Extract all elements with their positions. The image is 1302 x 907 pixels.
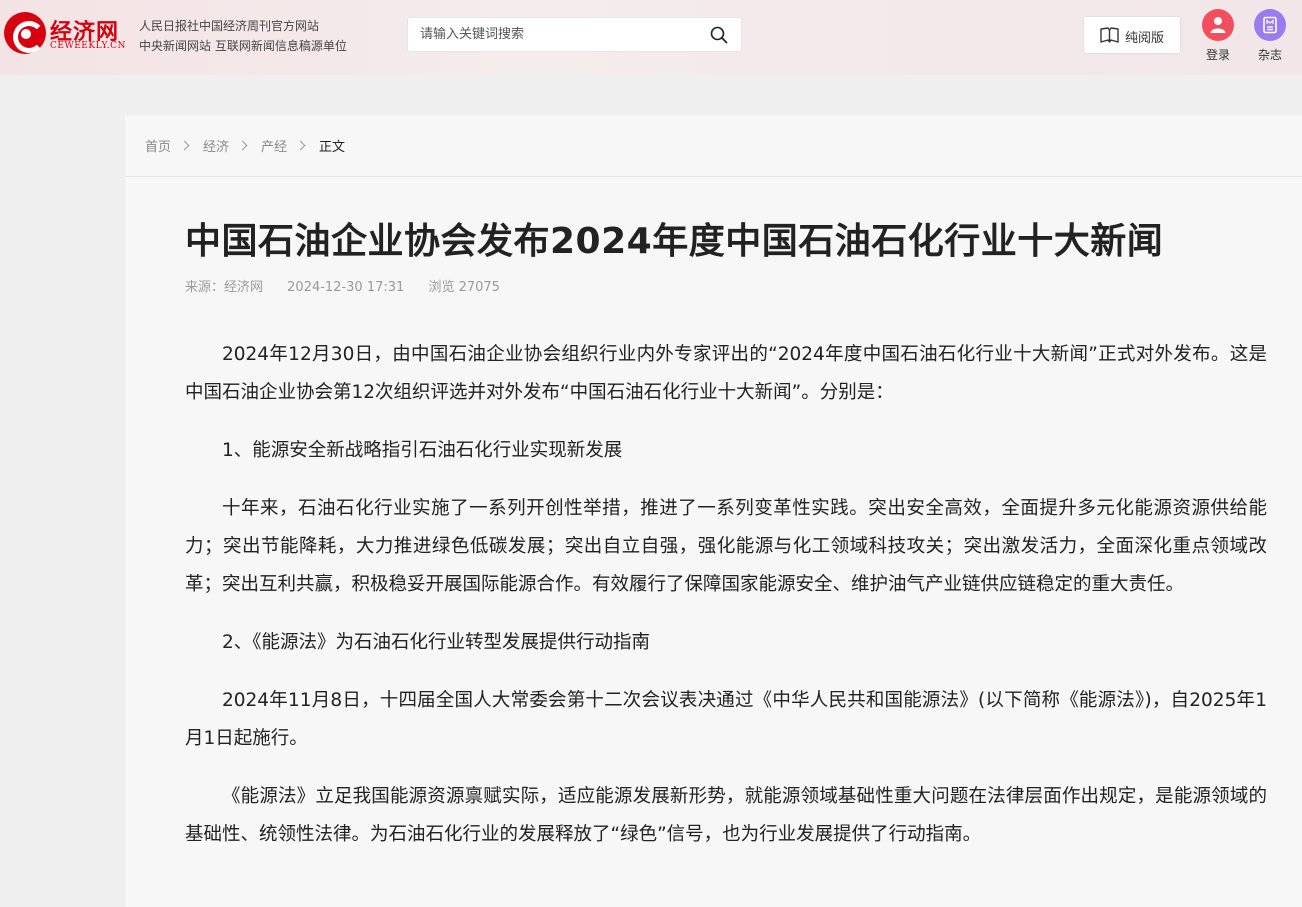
user-icon [1202, 9, 1234, 41]
article-source: 来源：经济网 [185, 280, 264, 295]
magazine-label: 杂志 [1257, 48, 1282, 62]
login-button[interactable]: 登录 [1198, 9, 1238, 63]
logo-subtext: CEWEEKLY.CN [50, 41, 126, 51]
reader-mode-label: 纯阅版 [1125, 31, 1165, 46]
breadcrumb-current: 正文 [319, 140, 346, 155]
reader-mode-button[interactable]: 纯阅版 [1083, 16, 1181, 54]
article-views: 浏览 27075 [428, 280, 500, 295]
breadcrumb: 首页 经济 产经 正文 [125, 115, 1302, 177]
site-slogan: 人民日报社中国经济周刊官方网站 中央新闻网站 互联网新闻信息稿源单位 [139, 16, 347, 56]
login-label: 登录 [1205, 48, 1230, 62]
search-box [407, 17, 742, 52]
chevron-right-icon [295, 140, 306, 151]
breadcrumb-industry[interactable]: 产经 [261, 136, 287, 155]
article-card: 首页 经济 产经 正文 中国石油企业协会发布2024年度中国石油石化行业十大新闻… [125, 115, 1302, 907]
article-paragraph: 2024年11月8日，十四届全国人大常委会第十二次会议表决通过《中华人民共和国能… [185, 690, 1267, 749]
article-title: 中国石油企业协会发布2024年度中国石油石化行业十大新闻 [185, 221, 1164, 262]
article-paragraph: 十年来，石油石化行业实施了一系列开创性举措，推进了一系列变革性实践。突出安全高效… [185, 498, 1267, 595]
breadcrumb-home[interactable]: 首页 [145, 136, 171, 155]
article-meta: 来源：经济网 2024-12-30 17:31 浏览 27075 [185, 276, 520, 295]
book-icon [1100, 27, 1119, 43]
search-icon[interactable] [710, 26, 728, 44]
slogan-line-1: 人民日报社中国经济周刊官方网站 [139, 19, 320, 33]
chevron-right-icon [179, 140, 190, 151]
chevron-right-icon [237, 140, 248, 151]
article-paragraph: 2024年12月30日，由中国石油企业协会组织行业内外专家评出的“2024年度中… [185, 344, 1267, 403]
logo-mark-icon [4, 12, 46, 54]
article-body: 2024年12月30日，由中国石油企业协会组织行业内外专家评出的“2024年度中… [185, 336, 1267, 874]
article-subheading: 1、能源安全新战略指引石油石化行业实现新发展 [222, 440, 623, 461]
slogan-line-2: 中央新闻网站 互联网新闻信息稿源单位 [139, 39, 347, 53]
site-header: 经济网 CEWEEKLY.CN 人民日报社中国经济周刊官方网站 中央新闻网站 互… [0, 0, 1302, 75]
article-subheading: 2、《能源法》为石油石化行业转型发展提供行动指南 [222, 632, 651, 653]
article-datetime: 2024-12-30 17:31 [287, 280, 405, 295]
magazine-button[interactable]: 杂志 [1250, 9, 1290, 63]
breadcrumb-economy[interactable]: 经济 [203, 136, 229, 155]
search-input[interactable] [420, 18, 700, 51]
article-paragraph: 《能源法》立足我国能源资源禀赋实际，适应能源发展新形势，就能源领域基础性重大问题… [185, 786, 1267, 845]
magazine-icon [1254, 9, 1286, 41]
site-logo[interactable]: 经济网 CEWEEKLY.CN [4, 12, 125, 58]
